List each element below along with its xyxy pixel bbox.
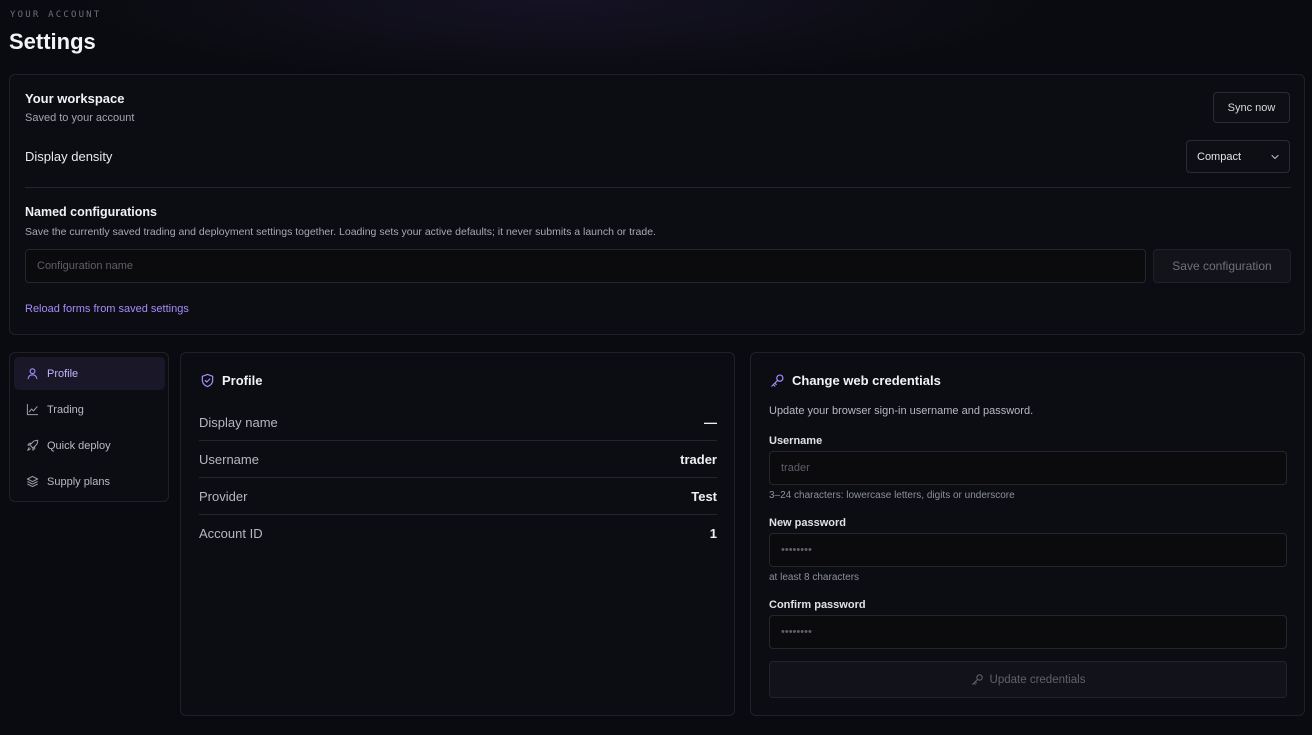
profile-row-label: Display name: [199, 414, 278, 430]
nav-item-label: Profile: [47, 367, 79, 380]
profile-row-value: 1: [709, 526, 717, 541]
profile-row-provider: Provider Test: [199, 478, 717, 515]
named-configurations-title: Named configurations: [25, 205, 157, 219]
profile-row-display-name: Display name —: [199, 404, 717, 441]
confirm-password-label: Confirm password: [769, 599, 866, 611]
profile-row-value: Test: [691, 488, 717, 504]
credentials-description: Update your browser sign-in username and…: [769, 405, 1034, 417]
save-configuration-button[interactable]: Save configuration: [1153, 249, 1291, 283]
nav-item-supply-plans[interactable]: Supply plans: [14, 465, 165, 498]
credentials-card-header: Change web credentials: [770, 373, 941, 388]
new-password-hint: at least 8 characters: [769, 572, 860, 583]
credentials-title: Change web credentials: [792, 373, 941, 388]
display-density-select[interactable]: Compact: [1186, 140, 1290, 173]
configuration-name-input[interactable]: [25, 249, 1146, 283]
nav-item-quick-deploy[interactable]: Quick deploy: [14, 429, 165, 462]
update-credentials-button[interactable]: Update credentials: [769, 661, 1287, 698]
display-density-value: Compact: [1197, 150, 1242, 163]
shield-check-icon: [201, 373, 214, 388]
profile-row-label: Username: [199, 451, 259, 467]
profile-row-username: Username trader: [199, 441, 717, 478]
username-input[interactable]: [769, 451, 1287, 485]
new-password-label: New password: [769, 517, 847, 529]
named-configurations-description: Save the currently saved trading and dep…: [25, 226, 656, 238]
workspace-panel: Your workspace Saved to your account Syn…: [9, 74, 1305, 335]
profile-title: Profile: [222, 373, 263, 388]
profile-card: Profile Display name — Username trader P…: [180, 352, 735, 716]
update-credentials-label: Update credentials: [989, 673, 1086, 686]
user-icon: [27, 368, 38, 380]
nav-item-label: Supply plans: [47, 475, 110, 488]
key-icon: [971, 674, 983, 685]
credentials-card: Change web credentials Update your brows…: [750, 352, 1305, 716]
workspace-subtitle: Saved to your account: [25, 112, 135, 124]
section-divider: [25, 187, 1291, 188]
username-label: Username: [769, 435, 823, 447]
profile-card-header: Profile: [200, 373, 262, 388]
line-chart-icon: [26, 403, 39, 416]
nav-item-label: Quick deploy: [47, 439, 111, 452]
settings-nav: Profile Trading Quick deploy Supply plan…: [9, 352, 169, 502]
key-icon: [771, 374, 784, 387]
nav-item-label: Trading: [47, 403, 84, 416]
profile-row-value: trader: [680, 451, 717, 467]
nav-item-trading[interactable]: Trading: [14, 393, 165, 426]
page-title: Settings: [9, 29, 96, 54]
layers-icon: [26, 475, 39, 488]
chevron-down-icon: [1271, 154, 1279, 160]
confirm-password-input[interactable]: [769, 615, 1287, 649]
display-density-label: Display density: [25, 149, 113, 164]
profile-row-value: —: [704, 414, 717, 430]
page-eyebrow: YOUR ACCOUNT: [10, 10, 102, 20]
reload-forms-link[interactable]: Reload forms from saved settings: [25, 303, 189, 315]
new-password-input[interactable]: [769, 533, 1287, 567]
profile-row-account-id: Account ID 1: [199, 515, 717, 552]
profile-row-label: Provider: [199, 488, 248, 504]
sync-now-button[interactable]: Sync now: [1213, 92, 1290, 123]
workspace-title: Your workspace: [25, 91, 125, 106]
username-hint: 3–24 characters: lowercase letters, digi…: [769, 490, 1015, 501]
nav-item-profile[interactable]: Profile: [14, 357, 165, 390]
profile-row-label: Account ID: [199, 526, 263, 541]
rocket-icon: [27, 439, 39, 451]
